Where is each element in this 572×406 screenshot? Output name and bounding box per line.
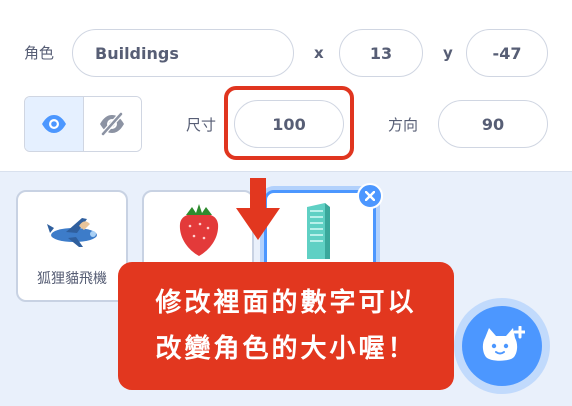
airplane-icon (47, 218, 97, 247)
y-input[interactable]: -47 (466, 29, 548, 77)
y-label: y (443, 44, 453, 62)
tip-line-2: 改變角色的大小喔！ (155, 334, 417, 364)
direction-label: 方向 (388, 116, 419, 134)
sprite-name-airplane: 狐狸貓飛機 (37, 271, 107, 287)
sprite-info-panel: 角色 Buildings x 13 y -47 尺寸 100 方向 90 (0, 0, 572, 172)
size-highlight-box (224, 86, 354, 160)
hide-sprite-button[interactable] (82, 97, 141, 151)
sprite-label: 角色 (24, 44, 55, 62)
delete-sprite-button[interactable] (357, 183, 383, 209)
building-icon (307, 203, 330, 259)
show-sprite-button[interactable] (25, 97, 83, 151)
cat-add-icon (482, 326, 525, 361)
strawberry-icon (179, 204, 219, 256)
eye-slash-icon (100, 112, 125, 136)
direction-input[interactable]: 90 (438, 100, 548, 148)
x-input[interactable]: 13 (339, 29, 423, 77)
tip-line-1: 修改裡面的數字可以 (155, 288, 417, 318)
eye-icon (41, 115, 66, 133)
size-label: 尺寸 (186, 116, 217, 134)
tip-callout: 修改裡面的數字可以 改變角色的大小喔！ (118, 262, 454, 390)
pointer-arrow-icon (236, 178, 280, 240)
close-icon (365, 191, 375, 201)
sprite-name-input[interactable]: Buildings (72, 29, 294, 77)
sprite-tile-airplane[interactable]: 狐狸貓飛機 (16, 190, 128, 302)
visibility-toggle-group (24, 96, 142, 152)
x-label: x (314, 44, 324, 62)
choose-sprite-button[interactable] (462, 306, 542, 386)
